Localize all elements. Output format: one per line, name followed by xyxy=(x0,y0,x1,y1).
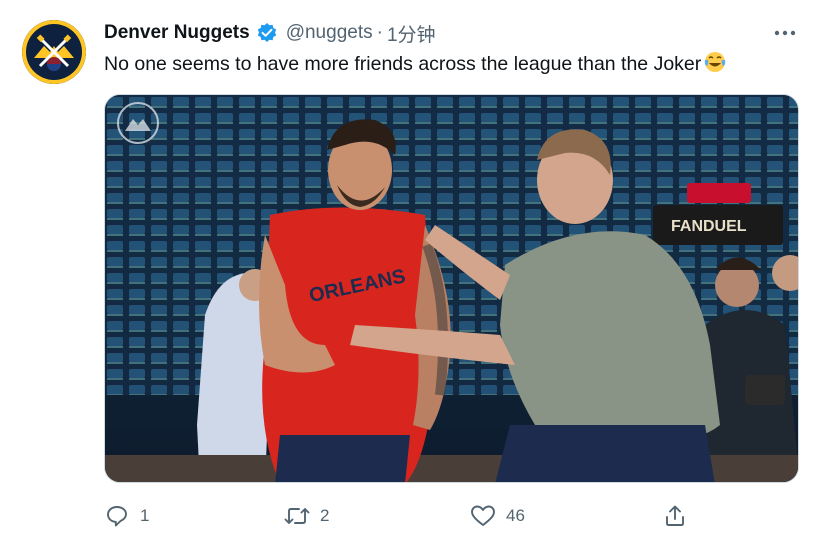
retweet-button[interactable]: 2 xyxy=(284,499,329,533)
verified-badge-icon xyxy=(256,22,278,44)
nuggets-logo-icon xyxy=(22,20,86,84)
reply-count: 1 xyxy=(140,506,150,525)
retweet-icon xyxy=(284,503,310,529)
fanduel-sign-text: FANDUEL xyxy=(671,218,747,235)
separator-dot: · xyxy=(376,22,383,43)
author-name[interactable]: Denver Nuggets xyxy=(104,22,250,44)
tweet-body: No one seems to have more friends across… xyxy=(104,53,702,75)
reply-icon xyxy=(104,503,130,529)
avatar[interactable] xyxy=(22,20,86,84)
more-options-button[interactable] xyxy=(772,20,798,46)
like-count: 46 xyxy=(506,506,525,525)
tears-of-joy-emoji-icon xyxy=(703,50,727,74)
share-icon xyxy=(662,503,688,529)
share-button[interactable] xyxy=(662,499,688,533)
more-dots-icon xyxy=(774,30,796,36)
tweet-header: Denver Nuggets @nuggets · 1分钟 xyxy=(104,20,436,46)
heart-icon xyxy=(470,503,496,529)
reply-button[interactable]: 1 xyxy=(104,499,149,533)
retweet-count: 2 xyxy=(320,506,330,525)
author-handle[interactable]: @nuggets xyxy=(286,22,373,44)
players-photo: FANDUEL ORLEANS xyxy=(105,95,798,482)
timestamp[interactable]: 1分钟 xyxy=(387,20,436,47)
tweet-photo[interactable]: FANDUEL ORLEANS xyxy=(104,94,799,483)
tweet-text: No one seems to have more friends across… xyxy=(104,50,727,77)
like-button[interactable]: 46 xyxy=(470,499,525,533)
tweet-actions: 1 2 46 xyxy=(104,499,704,533)
